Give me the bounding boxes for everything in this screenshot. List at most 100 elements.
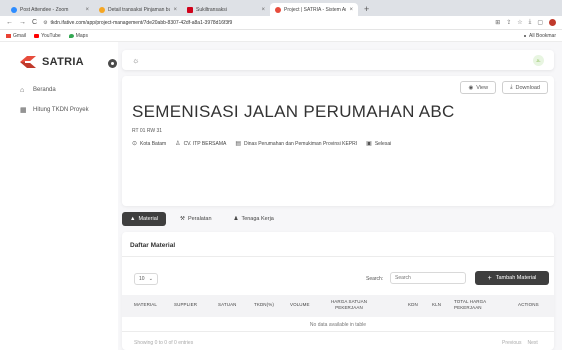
meta-contractor: ♙ CV. ITP BERSAMA xyxy=(175,140,227,148)
column-header[interactable]: TOTAL HARGA PEKERJAAN xyxy=(454,299,498,310)
column-header[interactable]: MATERIAL xyxy=(134,302,157,307)
sidebar-toggle-button[interactable] xyxy=(108,59,117,68)
tab-material[interactable]: ▲ Material xyxy=(122,212,167,226)
bookmark-label: YouTube xyxy=(41,32,61,39)
window-icon[interactable]: ▢ xyxy=(537,19,543,26)
share-icon[interactable]: ⇪ xyxy=(506,19,511,26)
close-tab-icon[interactable]: × xyxy=(349,7,353,13)
favicon-icon xyxy=(187,6,193,13)
browser-tab-label: Detail transaksi Pinjaman bu xyxy=(108,6,171,13)
meta-location-text: Kota Batam xyxy=(140,140,167,147)
bookmark-maps[interactable]: Maps xyxy=(68,33,88,39)
tab-label: Peralatan xyxy=(187,216,212,222)
theme-toggle-icon[interactable]: ☼ xyxy=(132,56,139,65)
user-icon: ♙ xyxy=(175,141,181,147)
browser-tab-strip: Post Attendee - Zoom × Detail transaksi … xyxy=(0,0,562,16)
extensions-icon[interactable]: ⊞ xyxy=(495,19,500,26)
download-button[interactable]: ⤓ Download xyxy=(502,81,548,94)
tab-peralatan[interactable]: ⚒ Peralatan xyxy=(172,212,219,226)
favicon-icon xyxy=(99,6,105,13)
project-meta: ⊙ Kota Batam ♙ CV. ITP BERSAMA ▤ Dinas P… xyxy=(132,140,400,148)
sidebar-item-label: Hitung TKDN Proyek xyxy=(33,107,89,113)
page-size-select[interactable]: 10 ⌄ xyxy=(134,273,158,285)
material-icon: ▲ xyxy=(130,216,136,222)
youtube-icon xyxy=(34,33,40,38)
meta-contractor-text: CV. ITP BERSAMA xyxy=(183,140,227,147)
main-content: ☼ JL ◉ View ⤓ Download SEMENISASI JALAN … xyxy=(118,42,562,350)
site-info-icon[interactable]: ⚙ xyxy=(43,20,47,26)
material-table-card: Daftar Material 10 ⌄ Search: + Tambah Ma… xyxy=(122,232,554,350)
tools-icon: ⚒ xyxy=(180,216,185,222)
gmail-icon xyxy=(6,33,11,38)
building-icon: ▤ xyxy=(235,141,242,147)
browser-tab-label: Sukiltransaksi xyxy=(196,6,227,13)
sidebar-item-beranda[interactable]: ⌂ Beranda xyxy=(20,84,89,96)
previous-button[interactable]: Previous xyxy=(502,340,521,346)
sidebar-nav: ⌂ Beranda ▦ Hitung TKDN Proyek xyxy=(20,84,89,124)
next-button[interactable]: Next xyxy=(527,340,537,346)
download-icon[interactable]: ⤓ xyxy=(529,19,532,26)
column-header[interactable]: SATUAN xyxy=(218,302,237,307)
add-material-button[interactable]: + Tambah Material xyxy=(475,271,549,285)
project-title: SEMENISASI JALAN PERUMAHAN ABC xyxy=(132,102,455,121)
eye-icon: ◉ xyxy=(468,84,474,91)
location-pin-icon: ⊙ xyxy=(132,141,138,147)
close-tab-icon[interactable]: × xyxy=(173,7,177,13)
all-bookmarks[interactable]: All Bookmar xyxy=(524,33,556,39)
top-navbar: ☼ JL xyxy=(122,50,554,70)
plus-icon: + xyxy=(487,274,492,282)
avatar-initial: JL xyxy=(536,57,541,63)
calendar-icon: ▣ xyxy=(366,141,372,147)
add-material-label: Tambah Material xyxy=(495,275,537,281)
browser-tab[interactable]: Post Attendee - Zoom × xyxy=(6,3,94,16)
toggle-dot-icon xyxy=(111,62,114,65)
forward-icon[interactable]: → xyxy=(19,19,26,26)
back-icon[interactable]: ← xyxy=(6,19,13,26)
bookmark-gmail[interactable]: Gmail xyxy=(6,33,26,39)
pagination-info: Showing 0 to 0 of 0 entries xyxy=(134,340,194,346)
brand[interactable]: SATRIA xyxy=(20,56,84,68)
view-button[interactable]: ◉ View xyxy=(460,81,497,94)
user-avatar[interactable]: JL xyxy=(533,54,544,66)
profile-avatar[interactable] xyxy=(549,19,556,26)
app: SATRIA ⌂ Beranda ▦ Hitung TKDN Proyek ☼ … xyxy=(0,42,562,350)
column-header[interactable]: ACTIONS xyxy=(518,302,539,307)
browser-actions: ⊞ ⇪ ☆ ⤓ ▢ xyxy=(495,19,556,26)
bookmark-label: Gmail xyxy=(13,32,27,39)
project-tabs: ▲ Material ⚒ Peralatan ♟ Tenaga Kerja xyxy=(122,212,288,226)
project-actions: ◉ View ⤓ Download xyxy=(460,81,548,94)
sidebar: SATRIA ⌂ Beranda ▦ Hitung TKDN Proyek xyxy=(0,42,128,350)
meta-status: ▣ Selesai xyxy=(366,140,391,148)
meta-location: ⊙ Kota Batam xyxy=(132,140,167,148)
url-field[interactable]: ⚙ tkdn.ifative.com/app/project-management… xyxy=(43,20,495,26)
download-icon: ⤓ xyxy=(510,84,513,90)
column-header[interactable]: SUPPLIER xyxy=(174,302,197,307)
column-header[interactable]: TKDN(%) xyxy=(254,302,274,307)
folder-icon xyxy=(524,34,527,37)
tab-tenaga-kerja[interactable]: ♟ Tenaga Kerja xyxy=(226,212,282,226)
satria-favicon-icon xyxy=(275,6,281,13)
browser-tab[interactable]: Detail transaksi Pinjaman bu × xyxy=(94,3,182,16)
column-header[interactable]: KDN xyxy=(408,302,418,307)
sidebar-item-hitung-tkdn[interactable]: ▦ Hitung TKDN Proyek xyxy=(20,104,89,116)
close-tab-icon[interactable]: × xyxy=(85,7,89,13)
browser-tab[interactable]: Sukiltransaksi × xyxy=(182,3,270,16)
column-header[interactable]: HARGA SATUAN PEKERJAAN xyxy=(326,299,372,310)
bookmark-star-icon[interactable]: ☆ xyxy=(517,19,522,26)
maps-pin-icon xyxy=(68,33,74,38)
satria-logo-icon xyxy=(20,56,36,68)
column-header[interactable]: KLN xyxy=(432,302,441,307)
column-header[interactable]: VOLUME xyxy=(290,302,310,307)
users-icon: ♟ xyxy=(233,216,239,222)
page-size-value: 10 xyxy=(139,276,145,282)
new-tab-button[interactable]: + xyxy=(358,3,375,16)
close-tab-icon[interactable]: × xyxy=(261,7,265,13)
reload-icon[interactable]: C xyxy=(32,19,37,26)
search-input[interactable] xyxy=(390,272,466,284)
table-title: Daftar Material xyxy=(130,242,176,249)
browser-tab-active[interactable]: Project | SATRIA - Sistem Anal × xyxy=(270,3,358,16)
brand-name: SATRIA xyxy=(42,56,84,68)
bookmark-youtube[interactable]: YouTube xyxy=(34,33,61,39)
meta-agency: ▤ Dinas Perumahan dan Pemukiman Provinsi… xyxy=(235,140,357,148)
bookmarks-bar: Gmail YouTube Maps All Bookmar xyxy=(0,30,562,42)
